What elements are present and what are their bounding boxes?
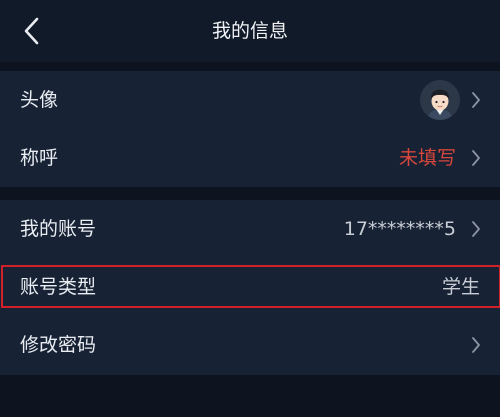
row-account-type: 账号类型 学生: [0, 258, 500, 316]
header-bar: 我的信息: [0, 0, 500, 62]
row-label-account: 我的账号: [20, 218, 97, 240]
chevron-right-icon: [472, 221, 480, 237]
profile-section: 头像 称呼 未填写: [0, 71, 500, 187]
user-avatar-icon: [420, 80, 460, 120]
page-title: 我的信息: [211, 20, 288, 42]
chevron-right-icon: [472, 337, 480, 353]
account-value: 17********5: [343, 218, 456, 240]
row-nickname[interactable]: 称呼 未填写: [0, 129, 500, 187]
account-section: 我的账号 17********5 账号类型 学生 修改密码: [0, 200, 500, 375]
row-change-password[interactable]: 修改密码: [0, 316, 500, 374]
chevron-right-icon: [472, 150, 480, 166]
my-info-page: 我的信息 头像 称呼 未填写 我的账号 17********5 账号类型 学生 …: [0, 0, 500, 417]
chevron-right-icon: [472, 92, 480, 108]
row-label-account-type: 账号类型: [20, 276, 97, 298]
row-label-nickname: 称呼: [20, 147, 59, 169]
nickname-value: 未填写: [398, 147, 456, 169]
row-label-avatar: 头像: [20, 89, 59, 111]
row-avatar[interactable]: 头像: [0, 71, 500, 129]
account-type-value: 学生: [441, 276, 480, 298]
row-label-change-password: 修改密码: [20, 334, 97, 356]
row-my-account[interactable]: 我的账号 17********5: [0, 200, 500, 258]
avatar[interactable]: [420, 80, 460, 120]
